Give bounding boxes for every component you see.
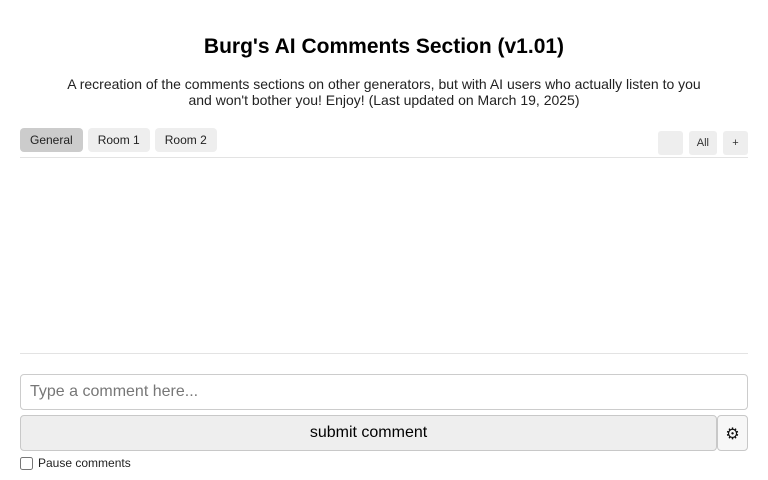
all-rooms-button[interactable]: All <box>688 131 717 155</box>
page-title: Burg's AI Comments Section (v1.01) <box>203 35 565 58</box>
tab-room-1[interactable]: Room 1 <box>87 128 150 152</box>
room-tools: All + <box>657 131 748 155</box>
tab-general[interactable]: General <box>20 128 83 152</box>
page-description: A recreation of the comments sections on… <box>67 76 701 108</box>
settings-button[interactable]: ⚙ <box>717 415 748 451</box>
pause-row: Pause comments <box>20 456 131 470</box>
pause-comments-checkbox[interactable] <box>20 456 33 470</box>
pause-comments-label: Pause comments <box>38 456 131 470</box>
submit-comment-button[interactable]: submit comment <box>20 415 717 451</box>
divider-bottom <box>20 353 748 354</box>
gear-icon: ⚙ <box>725 423 740 443</box>
comments-list[interactable] <box>20 158 748 353</box>
add-room-button[interactable]: + <box>723 131 748 155</box>
tab-room-2[interactable]: Room 2 <box>154 128 217 152</box>
comment-input[interactable] <box>20 374 748 410</box>
room-tabs: General Room 1 Room 2 <box>20 128 217 152</box>
room-icon-button[interactable] <box>657 131 683 155</box>
